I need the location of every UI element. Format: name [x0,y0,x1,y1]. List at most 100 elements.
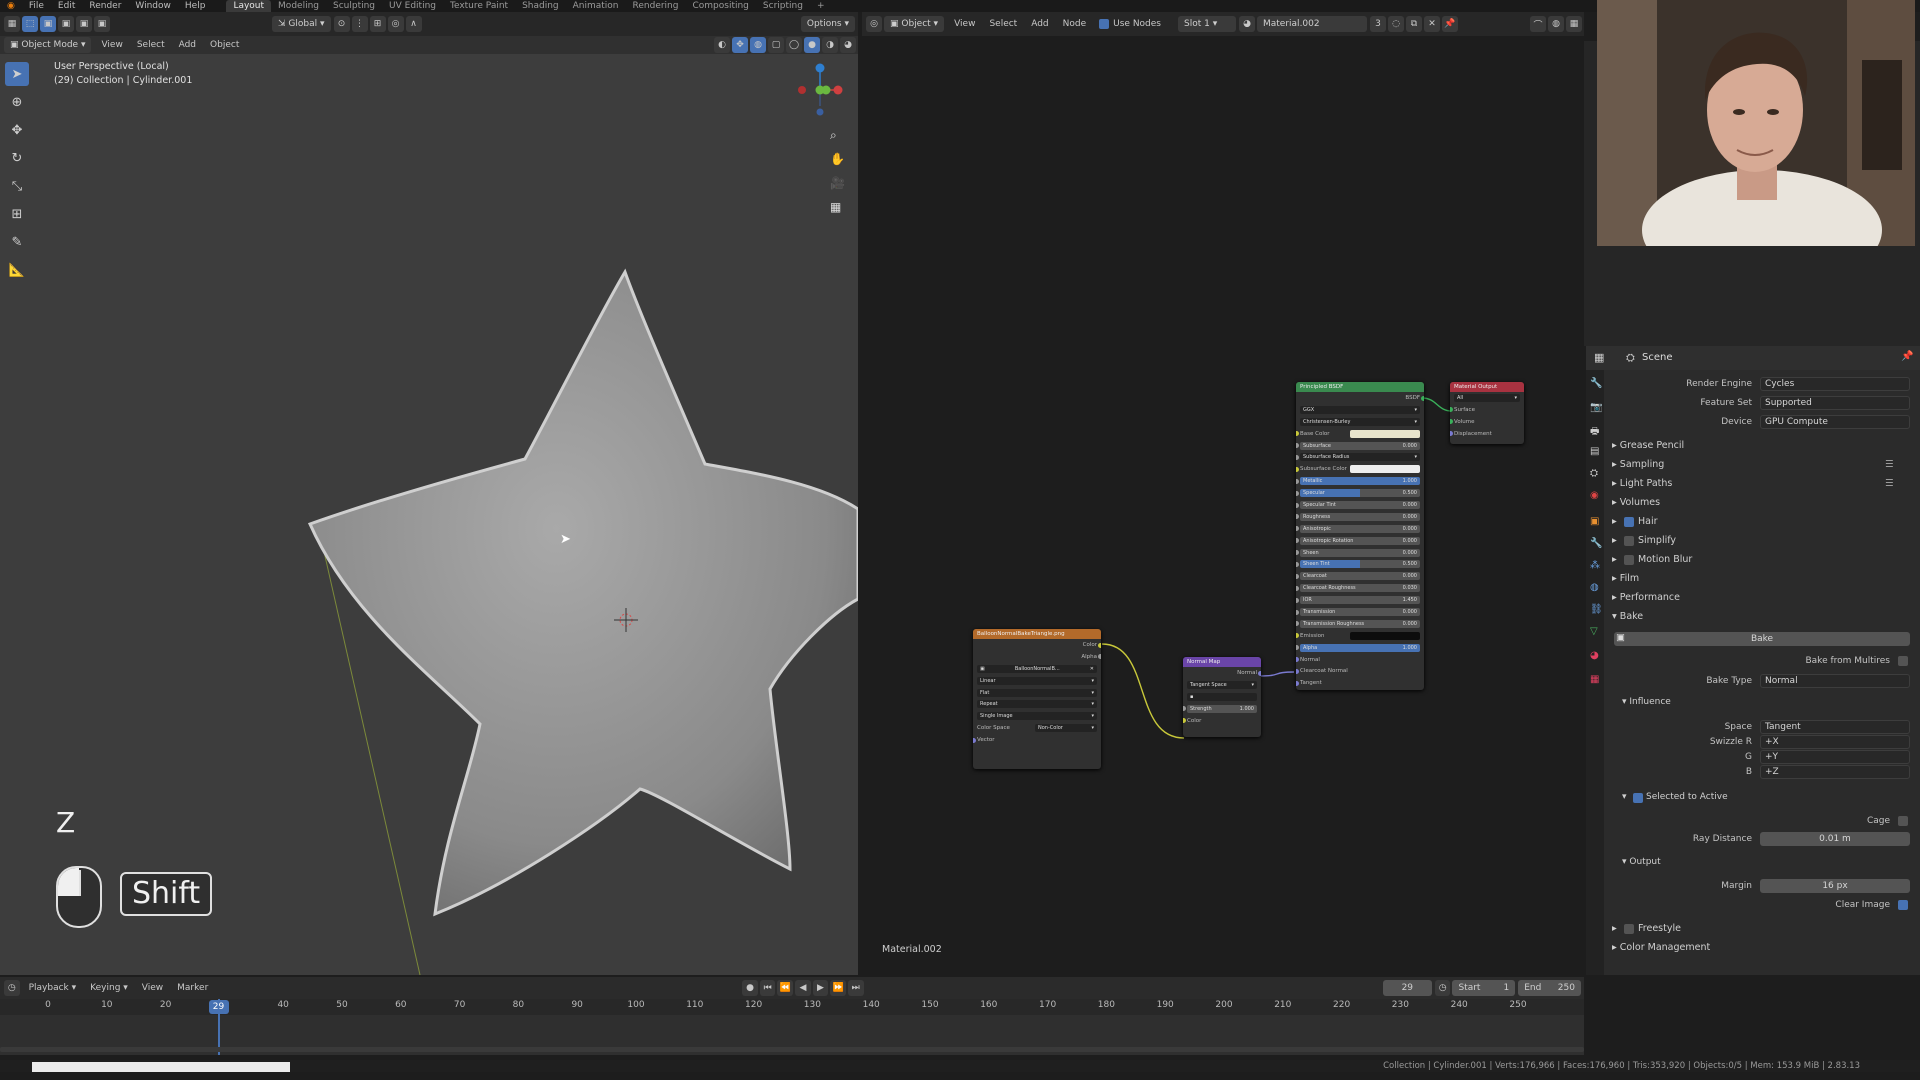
falloff-icon[interactable]: ∧ [405,16,422,32]
overlay-nodes-icon[interactable]: ◍ [1548,16,1564,32]
distribution-dropdown[interactable]: GGX ▾ [1300,405,1420,414]
displacement-socket[interactable] [1450,431,1453,437]
material-name-field[interactable]: Material.002 [1257,16,1367,32]
material-browse-icon[interactable]: ◕ [1239,16,1255,32]
material-output-title[interactable]: Material Output [1450,382,1524,392]
bake-type-dropdown[interactable]: Normal [1760,674,1910,688]
image-datablock-field[interactable]: ▣ BalloonNormalB... ✕ [977,664,1097,673]
mode-dropdown[interactable]: ▣ Object Mode ▾ [4,37,92,53]
panel-motion-blur[interactable]: ▸ [1612,554,1617,565]
workspace-tab-uv-editing[interactable]: UV Editing [382,0,443,12]
scale-tool-icon[interactable]: ⤡ [5,174,29,198]
cage-checkbox[interactable] [1898,816,1908,826]
view-layer-tab-icon[interactable]: ▤ [1590,446,1599,457]
normal-color-socket[interactable] [1183,718,1186,724]
panel-bake[interactable]: ▾ Bake [1612,611,1643,622]
start-frame-field[interactable]: Start 1 [1452,980,1516,996]
annotate-tool-icon[interactable]: ✎ [5,230,29,254]
panel-hair[interactable]: ▸ [1612,516,1617,527]
clear-image-checkbox[interactable] [1898,900,1908,910]
select-tool-icon[interactable]: ➤ [5,62,29,86]
overlays-icon[interactable]: ◍ [750,37,766,53]
transform-tool-icon[interactable]: ⊞ [5,202,29,226]
principled-input-socket[interactable] [1296,514,1299,520]
subsurface-method-dropdown[interactable]: Christensen-Burley ▾ [1300,417,1420,426]
wireframe-shading-icon[interactable]: ◯ [786,37,802,53]
principled-dropdown-field[interactable]: Subsurface Radius ▾ [1300,453,1420,462]
workspace-tab-sculpting[interactable]: Sculpting [326,0,382,12]
select-box-icon[interactable]: ⬚ [22,16,38,32]
principled-input-socket[interactable] [1296,454,1299,460]
editor-type-icon[interactable]: ▦ [4,16,20,32]
panel-performance[interactable]: ▸ Performance [1612,592,1680,603]
principled-value-field[interactable]: Roughness 0.000 [1300,512,1420,521]
volume-socket[interactable] [1450,419,1453,425]
jump-end-icon[interactable]: ⏭ [847,980,864,996]
normal-space-dropdown[interactable]: Tangent Space ▾ [1187,680,1257,689]
measure-tool-icon[interactable]: 📐 [5,258,29,282]
viewport-menu-select[interactable]: Select [130,40,172,50]
image-texture-title[interactable]: BalloonNormalBakeTriangle.png [973,629,1101,639]
principled-value-field[interactable]: IOR 1.450 [1300,596,1420,605]
principled-input-socket[interactable] [1296,657,1299,663]
scene-tab-icon[interactable]: ⛭ [1590,468,1598,479]
snap-nodes-icon[interactable]: ⌒ [1530,16,1546,32]
swizzle-b-dropdown[interactable]: +Z [1760,765,1910,779]
menu-edit[interactable]: Edit [51,0,82,12]
principled-value-field[interactable]: Alpha 1.000 [1300,643,1420,652]
workspace-tab-scripting[interactable]: Scripting [756,0,810,12]
source-dropdown[interactable]: Single Image ▾ [977,712,1097,721]
record-icon[interactable]: ● [742,980,758,996]
principled-value-field[interactable]: Sheen 0.000 [1300,548,1420,557]
shader-type-dropdown[interactable]: ▣ Object ▾ [884,16,945,32]
principled-value-field[interactable]: Anisotropic 0.000 [1300,524,1420,533]
node-menu-node[interactable]: Node [1056,19,1094,29]
principled-value-field[interactable]: Specular 0.500 [1300,489,1420,498]
slot-dropdown[interactable]: Slot 1 ▾ [1178,16,1236,32]
navigation-gizmo[interactable] [790,60,850,120]
use-nodes-checkbox[interactable] [1099,19,1110,29]
principled-value-field[interactable]: Transmission 0.000 [1300,607,1420,616]
panel-grease-pencil[interactable]: ▸ Grease Pencil [1612,440,1684,451]
principled-input-socket[interactable] [1296,597,1299,603]
rotate-tool-icon[interactable]: ↻ [5,146,29,170]
sampling-list-icon[interactable]: ☰ [1885,459,1894,470]
workspace-tab-animation[interactable]: Animation [566,0,626,12]
bake-from-multires-checkbox[interactable] [1898,656,1908,666]
principled-input-socket[interactable] [1296,561,1299,567]
node-menu-view[interactable]: View [947,19,982,29]
proportional-edit-icon[interactable]: ◎ [387,16,404,32]
principled-color-swatch[interactable] [1350,465,1420,474]
workspace-tab-layout[interactable]: Layout [226,0,272,12]
principled-input-socket[interactable] [1296,538,1299,544]
principled-input-socket[interactable] [1296,502,1299,508]
rendered-shading-icon[interactable]: ◕ [840,37,856,53]
particles-tab-icon[interactable]: ⁂ [1590,560,1600,571]
shader-node-editor[interactable]: Principled BSDF BSDF GGX ▾ Christensen-Bu… [862,36,1584,975]
principled-bsdf-title[interactable]: Principled BSDF [1296,382,1424,392]
device-dropdown[interactable]: GPU Compute [1760,415,1910,429]
zoom-icon[interactable]: ⌕ [830,128,837,143]
cursor-tool-icon[interactable]: ⊕ [5,90,29,114]
texture-tab-icon[interactable]: ▦ [1590,674,1599,685]
fake-user-icon[interactable]: ◌ [1388,16,1404,32]
node-sidebar-icon[interactable]: ▦ [1566,16,1582,32]
select-mode-extend-icon[interactable]: ▣ [58,16,74,32]
panel-freestyle[interactable]: ▸ [1612,923,1617,934]
image-texture-node[interactable]: BalloonNormalBakeTriangle.png Color Alph… [973,629,1101,769]
normal-output-socket[interactable] [1258,670,1261,676]
snap-target-icon[interactable]: ⊞ [369,16,386,32]
output-target-dropdown[interactable]: All ▾ [1454,393,1520,402]
menu-help[interactable]: Help [178,0,213,12]
move-tool-icon[interactable]: ✥ [5,118,29,142]
workspace-tab-modeling[interactable]: Modeling [271,0,326,12]
node-menu-select[interactable]: Select [982,19,1024,29]
ray-distance-field[interactable]: 0.01 m [1760,832,1910,846]
principled-value-field[interactable]: Anisotropic Rotation 0.000 [1300,536,1420,545]
normal-map-title[interactable]: Normal Map [1183,657,1261,667]
panel-light-paths[interactable]: ▸ Light Paths [1612,478,1672,489]
add-workspace-button[interactable]: + [810,0,832,12]
bake-button[interactable]: Bake [1614,632,1910,646]
jump-keyframe-back-icon[interactable]: ⏪ [777,980,794,996]
normal-map-node[interactable]: Normal Map Normal Tangent Space ▾ ▪ Stren… [1183,657,1261,737]
